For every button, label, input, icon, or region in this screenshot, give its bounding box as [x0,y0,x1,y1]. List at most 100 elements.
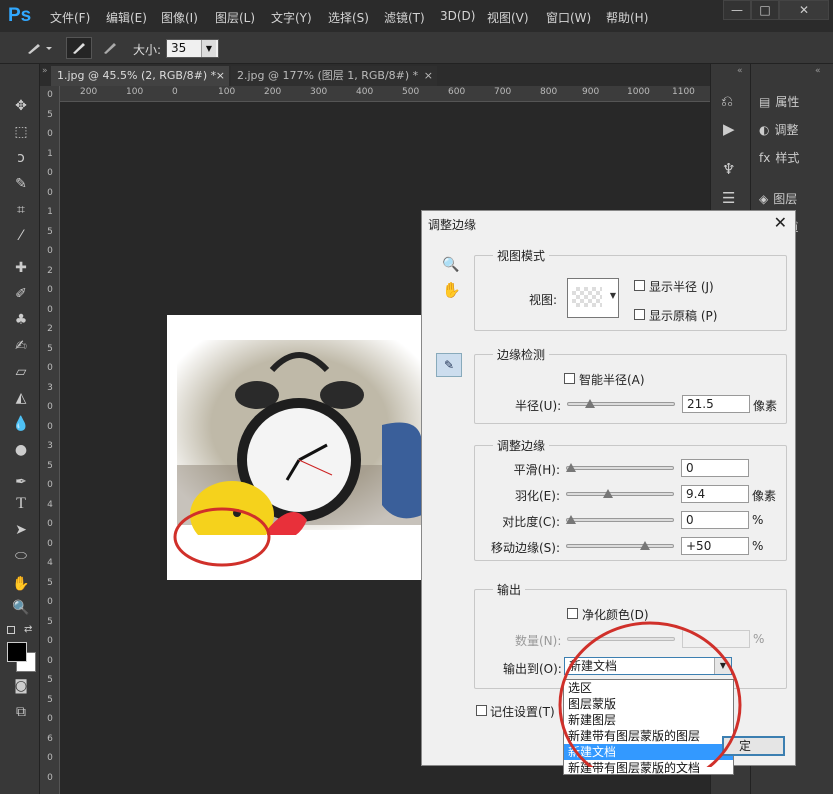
menu-3d[interactable]: 3D(D) [440,9,475,23]
menu-select[interactable]: 选择(S) [328,9,369,26]
menu-view[interactable]: 视图(V) [487,9,529,26]
smart-radius-checkbox[interactable] [564,373,575,384]
move-tool-icon[interactable]: ✥ [8,96,34,116]
shift-edge-slider[interactable] [566,544,674,548]
shift-edge-slider-thumb[interactable] [639,541,650,550]
paint-bucket-tool-icon[interactable]: ◭ [8,388,34,408]
close-window-button[interactable]: ✕ [779,0,829,20]
panel-layers[interactable]: ◈ 图层 [759,188,797,210]
decontaminate-colors-checkbox[interactable] [567,608,578,619]
menu-edit[interactable]: 编辑(E) [106,9,147,26]
ruler-tick: 700 [494,87,512,97]
smooth-input[interactable]: 0 [681,459,749,477]
ruler-tick: 5 [47,675,53,685]
radius-slider-thumb[interactable] [584,399,595,408]
screen-mode-icon[interactable]: ⧉ [8,702,34,722]
feather-slider[interactable] [566,492,674,496]
contrast-slider[interactable] [566,518,674,522]
radius-input[interactable]: 21.5 [682,395,750,413]
panel-label: 样式 [775,151,800,165]
refine-radius-tool-icon[interactable]: ✎ [436,353,462,377]
default-colors-icon[interactable] [7,626,15,634]
contrast-unit: % [752,513,764,527]
quick-selection-tool-icon[interactable]: ✎ [8,174,34,194]
zoom-tool-icon[interactable]: 🔍 [442,257,459,273]
hand-tool-icon[interactable]: ✋ [442,281,461,299]
tool-presets-icon[interactable]: ☰ [722,189,735,207]
brush-tool-icon[interactable]: ✐ [8,284,34,304]
close-icon[interactable]: × [424,66,433,86]
eyedropper-tool-icon[interactable]: ⁄ [8,226,34,246]
size-input[interactable]: 35 ▼ [166,39,219,58]
collapse-arrows-icon[interactable]: » [42,66,48,76]
radius-slider[interactable] [567,402,675,406]
lasso-tool-icon[interactable]: ↄ [8,148,34,168]
show-original-checkbox[interactable] [634,309,645,320]
panel-properties[interactable]: ▤ 属性 [759,91,799,113]
panel-adjustments[interactable]: ◐ 调整 [759,119,799,141]
ruler-tick: 1 [47,148,53,159]
ruler-tick: 0 [47,129,53,139]
feather-input[interactable]: 9.4 [681,485,749,503]
foreground-color-swatch[interactable] [7,642,27,662]
contrast-input[interactable]: 0 [681,511,749,529]
brush-mode-add-icon[interactable] [66,37,92,59]
collapse-arrows-icon[interactable]: « [815,66,821,76]
smooth-slider[interactable] [566,466,674,470]
collapse-arrows-icon[interactable]: « [737,66,743,76]
marquee-tool-icon[interactable]: ⬚ [8,122,34,142]
path-selection-tool-icon[interactable]: ➤ [8,520,34,540]
panel-styles[interactable]: fx 样式 [759,147,799,169]
close-icon[interactable]: × [216,66,225,86]
menu-filter[interactable]: 滤镜(T) [384,9,425,26]
feather-slider-thumb[interactable] [603,489,614,498]
pen-tool-icon[interactable]: ✒ [8,472,34,492]
ruler-tick: 0 [47,246,53,256]
ruler-tick: 1 [47,207,53,217]
radius-unit: 像素 [753,399,778,413]
view-thumbnail-select[interactable]: ▼ [567,278,619,318]
healing-brush-tool-icon[interactable]: ✚ [8,258,34,278]
actions-panel-icon[interactable]: ▶ [723,120,735,138]
menu-layer[interactable]: 图层(L) [215,9,255,26]
chevron-down-icon[interactable]: ▼ [201,40,216,57]
ruler-tick: 0 [47,285,53,295]
eraser-tool-icon[interactable]: ▱ [8,362,34,382]
menu-help[interactable]: 帮助(H) [606,9,648,26]
vertical-ruler: 0 5 0 1 0 0 1 5 0 2 0 0 2 5 0 3 0 0 3 5 0 4 0 0 4 5 0 5 0 0 5 5 0 6 0 0 [40,86,60,794]
clone-stamp-tool-icon[interactable]: ♣ [8,310,34,330]
crop-tool-icon[interactable]: ⌗ [8,200,34,220]
history-panel-icon[interactable]: ⎌ [721,92,733,110]
ruler-tick: 5 [47,577,53,588]
minimize-button[interactable]: — [723,0,751,20]
menu-image[interactable]: 图像(I) [161,9,198,26]
shift-edge-input[interactable]: +50 [681,537,749,555]
blur-tool-icon[interactable]: 💧 [8,414,34,434]
hand-tool-icon[interactable]: ✋ [8,574,34,594]
ruler-tick: 5 [47,694,53,705]
history-brush-tool-icon[interactable]: ✍ [8,336,34,356]
dodge-tool-icon[interactable]: ● [8,440,34,460]
type-tool-icon[interactable]: T [8,494,34,514]
close-icon[interactable]: ✕ [774,213,787,232]
brush-preset-icon[interactable] [24,40,54,56]
tab-document-2[interactable]: 2.jpg @ 177% (图层 1, RGB/8#) * × [231,66,437,86]
quick-mask-icon[interactable]: ◙ [8,676,34,696]
ellipse-tool-icon[interactable]: ⬭ [8,546,34,566]
smooth-slider-thumb[interactable] [566,463,576,472]
brush-panel-icon[interactable]: ♆ [722,160,735,178]
swap-colors-icon[interactable]: ⇄ [24,624,32,635]
tab-document-1[interactable]: 1.jpg @ 45.5% (2, RGB/8#) * × [51,66,229,86]
remember-settings-checkbox[interactable] [476,705,487,716]
document-image[interactable] [167,315,422,580]
brush-mode-subtract-icon[interactable] [100,40,122,56]
maximize-button[interactable]: □ [751,0,779,20]
menu-type[interactable]: 文字(Y) [271,9,312,26]
zoom-tool-icon[interactable]: 🔍 [8,598,34,618]
menu-file[interactable]: 文件(F) [50,9,90,26]
menu-window[interactable]: 窗口(W) [546,9,591,26]
contrast-slider-thumb[interactable] [566,515,576,524]
show-radius-checkbox[interactable] [634,280,645,291]
ruler-tick: 400 [356,87,374,97]
group-title: 边缘检测 [493,346,550,363]
